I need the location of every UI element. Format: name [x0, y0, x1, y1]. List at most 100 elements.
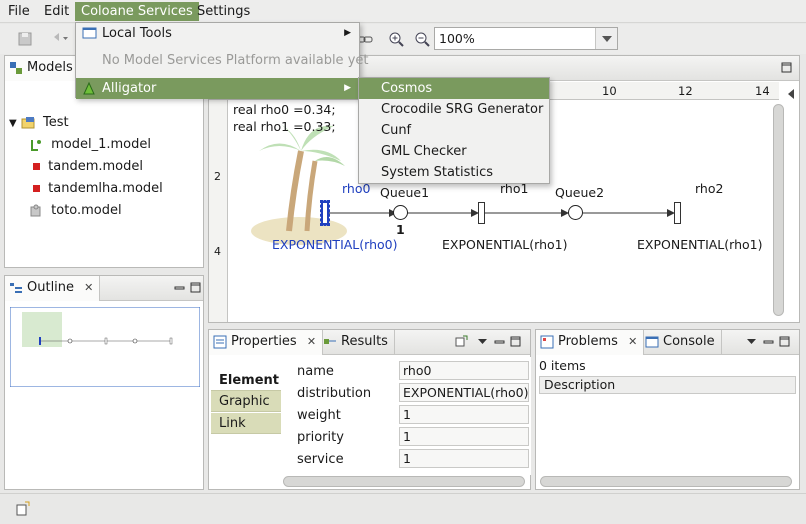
menu-item-gml-checker[interactable]: GML Checker [359, 141, 549, 162]
local-tools-icon [82, 27, 97, 39]
pin-icon[interactable] [454, 334, 468, 348]
prop-field-distribution[interactable]: EXPONENTIAL(rho0) [399, 383, 529, 402]
menu-item-system-statistics[interactable]: System Statistics [359, 162, 549, 183]
chevron-down-icon[interactable] [595, 28, 617, 49]
tab-problems[interactable]: Problems ✕ [536, 330, 645, 355]
menu-file[interactable]: File [2, 2, 36, 21]
place-queue2[interactable] [568, 205, 583, 220]
tab-console-label: Console [663, 334, 715, 349]
transition-rho2[interactable] [674, 202, 681, 224]
menu-item-cunf[interactable]: Cunf [359, 120, 549, 141]
minimize-icon[interactable] [174, 282, 185, 293]
coloane-services-menu: Local Tools ▶ No Model Services Platform… [75, 22, 368, 99]
header-line-2: real rho1 =0.33; [233, 119, 336, 134]
outline-view: Outline ✕ [4, 275, 204, 490]
maximize-icon[interactable] [190, 282, 201, 293]
problems-horizontal-scrollbar[interactable] [540, 476, 792, 487]
outline-icon [10, 283, 22, 293]
menu-settings[interactable]: Settings [191, 2, 256, 21]
place-queue1-label: Queue1 [380, 185, 430, 200]
prop-field-name[interactable]: rho0 [399, 361, 529, 380]
prop-category-graphic[interactable]: Graphic [211, 391, 281, 412]
tab-models[interactable]: Models [5, 56, 80, 81]
alligator-icon [83, 81, 95, 95]
fast-view-icon[interactable] [14, 500, 32, 518]
console-icon [645, 336, 659, 348]
menu-item-alligator[interactable]: Alligator ▶ [76, 78, 359, 99]
tree-item-label: toto.model [51, 203, 122, 218]
ruler-tick: 12 [678, 84, 693, 98]
properties-horizontal-scrollbar[interactable] [283, 476, 525, 487]
zoom-value: 100% [439, 31, 475, 46]
problems-view: Problems ✕ Console 0 items Description [535, 329, 800, 490]
tree-item-model-1[interactable]: model_1.model [29, 134, 151, 156]
close-icon[interactable]: ✕ [84, 281, 93, 294]
maximize-icon[interactable] [510, 336, 521, 347]
tab-models-label: Models [27, 60, 73, 75]
prop-field-weight[interactable]: 1 [399, 405, 529, 424]
tab-console[interactable]: Console [641, 330, 722, 355]
tab-properties[interactable]: Properties ✕ [209, 330, 324, 355]
transition-rho1-distribution: EXPONENTIAL(rho1) [442, 237, 568, 252]
close-icon[interactable]: ✕ [307, 335, 316, 348]
tree-item-label: tandemlha.model [48, 181, 163, 196]
transition-rho0[interactable] [320, 200, 330, 226]
tree-root-label: Test [42, 115, 69, 130]
view-menu-icon[interactable] [746, 336, 757, 347]
tree-root-test[interactable]: ▼ Test [9, 112, 69, 134]
save-all-icon[interactable] [14, 28, 36, 50]
menu-item-crocodile[interactable]: Crocodile SRG Generator [359, 99, 549, 120]
prop-label-priority: priority [297, 430, 344, 445]
tab-properties-label: Properties [231, 334, 297, 349]
view-menu-icon[interactable] [477, 336, 488, 347]
project-icon [21, 116, 35, 128]
ruler-tick: 4 [214, 245, 221, 258]
tab-problems-label: Problems [558, 334, 618, 349]
ruler-tick: 2 [214, 170, 221, 183]
prop-field-priority[interactable]: 1 [399, 427, 529, 446]
menu-item-no-platform: No Model Services Platform available yet [76, 50, 368, 71]
menu-edit[interactable]: Edit [38, 2, 75, 21]
problems-column-description[interactable]: Description [539, 376, 796, 394]
editor-vertical-scrollbar[interactable] [773, 104, 784, 316]
chevron-left-icon[interactable] [782, 83, 800, 105]
puzzle-icon [30, 204, 41, 216]
tab-outline[interactable]: Outline ✕ [5, 276, 101, 301]
tab-outline-label: Outline [27, 280, 75, 295]
prop-field-service[interactable]: 1 [399, 449, 529, 468]
tab-results[interactable]: Results [319, 330, 395, 355]
minimize-icon[interactable] [494, 336, 505, 347]
zoom-out-icon[interactable] [411, 28, 433, 50]
tree-item-toto[interactable]: toto.model [29, 200, 122, 222]
minimize-icon[interactable] [763, 336, 774, 347]
close-icon[interactable]: ✕ [628, 335, 637, 348]
tree-item-tandemlha[interactable]: tandemlha.model [33, 178, 163, 200]
ruler-tick: 10 [602, 84, 617, 98]
models-icon [10, 62, 22, 74]
petri-net-arcs [325, 209, 675, 217]
menu-item-cosmos[interactable]: Cosmos [359, 78, 549, 99]
menu-item-label: No Model Services Platform available yet [102, 53, 369, 68]
menu-item-label: Local Tools [102, 26, 172, 41]
properties-tabbar: Properties ✕ Results [209, 330, 530, 355]
tree-item-tandem[interactable]: tandem.model [33, 156, 143, 178]
maximize-icon[interactable] [779, 336, 790, 347]
menu-coloane-services[interactable]: Coloane Services [75, 2, 199, 21]
menu-item-local-tools[interactable]: Local Tools ▶ [76, 23, 359, 44]
prop-category-link[interactable]: Link [211, 413, 281, 434]
zoom-in-icon[interactable] [385, 28, 407, 50]
zoom-combo[interactable]: 100% [434, 27, 618, 50]
submenu-arrow-icon: ▶ [344, 28, 351, 38]
submenu-arrow-icon: ▶ [344, 83, 351, 93]
prop-category-element[interactable]: Element [211, 370, 281, 391]
properties-icon [213, 335, 227, 349]
outline-thumbnail [10, 307, 200, 387]
transition-rho1[interactable] [478, 202, 485, 224]
alligator-submenu: Cosmos Crocodile SRG Generator Cunf GML … [358, 77, 550, 184]
expand-triangle-icon[interactable]: ▼ [9, 118, 17, 129]
header-line-1: real rho0 =0.34; [233, 102, 336, 117]
place-queue1[interactable] [393, 205, 408, 220]
prop-label-distribution: distribution [297, 386, 372, 401]
undo-icon[interactable] [48, 28, 70, 50]
maximize-icon[interactable] [781, 62, 792, 73]
